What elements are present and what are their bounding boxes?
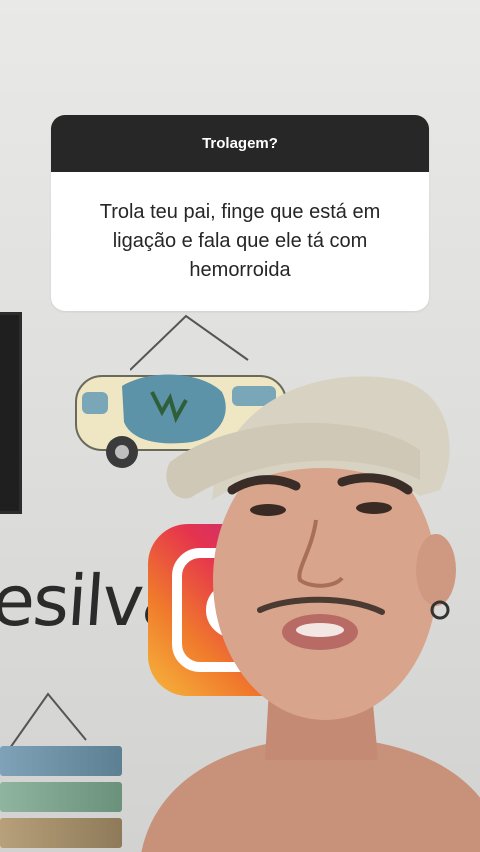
question-sticker: Trolagem? Trola teu pai, finge que está … [51,115,429,311]
question-answer-text: Trola teu pai, finge que está em ligação… [99,201,381,281]
wall-picture-frame [0,312,22,514]
person-illustration [141,376,480,852]
wooden-signs-decoration [0,690,130,852]
question-title: Trolagem? [51,115,429,172]
